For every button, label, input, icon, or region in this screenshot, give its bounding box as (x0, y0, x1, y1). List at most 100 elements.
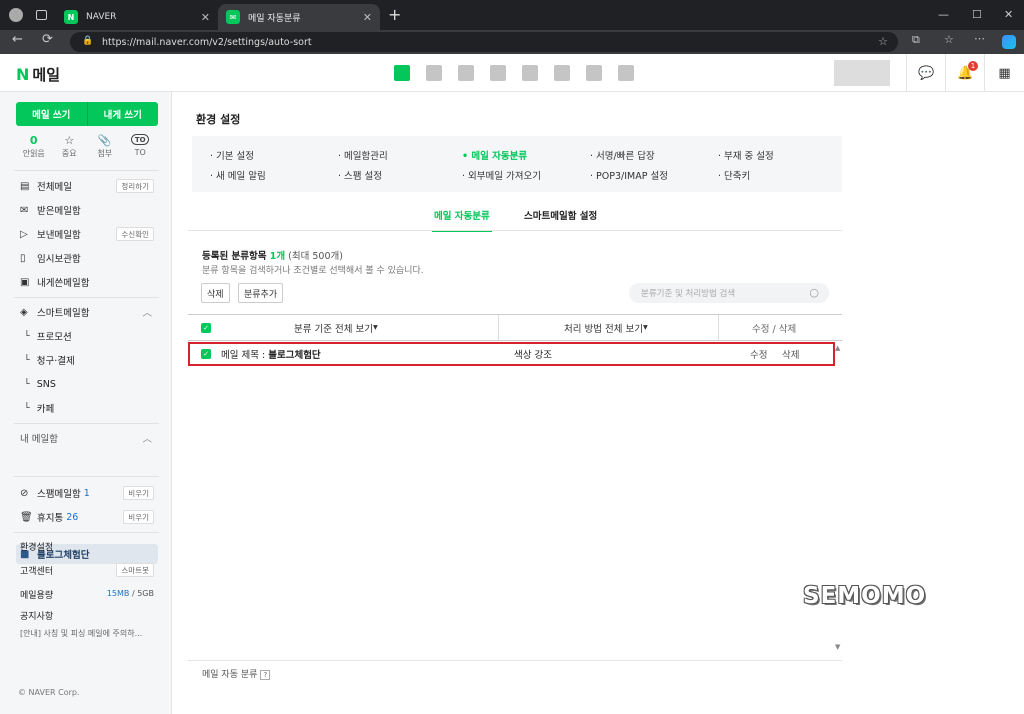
chevron-up-icon[interactable]: ︿ (142, 431, 152, 445)
to-icon: TO (131, 134, 150, 145)
user-avatar[interactable] (834, 60, 890, 86)
setting-notification[interactable]: · 새 메일 알림 (210, 168, 266, 182)
sidebar-item-cafe[interactable]: └ 카페 (24, 399, 54, 417)
new-tab-button[interactable]: + (388, 5, 401, 24)
mail-app-icon[interactable] (394, 65, 410, 81)
rule-search-input[interactable]: 분류기준 및 처리방법 검색 ○ (629, 283, 829, 303)
empty-spam-button[interactable]: 비우기 (123, 486, 154, 500)
back-icon[interactable]: ← (12, 32, 23, 47)
close-tab-icon[interactable]: ✕ (201, 11, 210, 24)
scroll-up-icon[interactable]: ▲ (835, 344, 840, 352)
tab-actions-icon[interactable] (36, 10, 47, 20)
sidebar-item-inbox[interactable]: ✉ 받은메일함 (20, 201, 81, 219)
naver-mail-logo[interactable]: N 메일 (16, 64, 60, 85)
action-filter[interactable]: 처리 방법 전체 보기 ▾ (564, 315, 648, 340)
write-mail-button[interactable]: 메일 쓰기 (16, 102, 88, 126)
help-icon[interactable]: ? (260, 670, 271, 680)
pay-app-icon[interactable] (586, 65, 602, 81)
copilot-icon[interactable] (1002, 35, 1016, 49)
delete-button[interactable]: 삭제 (201, 283, 230, 303)
sidebar-item-to-self[interactable]: ▣ 내게쓴메일함 (20, 273, 89, 291)
subtab-auto-sort[interactable]: 메일 자동분류 (432, 208, 492, 232)
quick-attachment[interactable]: 📎 첨부 (87, 134, 123, 164)
mail-favicon-icon: ✉ (226, 10, 240, 24)
tab-title: 메일 자동분류 (248, 13, 301, 24)
sidebar-item-all-mail[interactable]: ▤ 전체메일 정리하기 (20, 177, 154, 195)
minimize-icon[interactable]: — (938, 8, 949, 21)
contacts-app-icon[interactable] (490, 65, 506, 81)
sidebar-item-drafts[interactable]: ▯ 임시보관함 (20, 249, 81, 267)
sidebar-label: 임시보관함 (37, 254, 81, 265)
setting-label: 메일 자동분류 (471, 151, 528, 162)
setting-away[interactable]: · 부재 중 설정 (718, 148, 774, 162)
notice-link[interactable]: [안내] 사칭 및 피싱 메일에 주의하... (20, 624, 142, 642)
divider (14, 423, 159, 424)
bookmark-star-icon[interactable]: ☆ (878, 35, 888, 48)
sidebar-item-support[interactable]: 고객센터 스마트봇 (20, 561, 154, 579)
setting-pop3-imap[interactable]: · POP3/IMAP 설정 (590, 168, 668, 182)
sidebar-item-spam[interactable]: ⊘ 스팸메일함 1 비우기 (20, 484, 154, 502)
talk-icon[interactable]: 💬 (906, 54, 946, 92)
edit-delete-header: 수정 / 삭제 (752, 323, 797, 335)
setting-basic[interactable]: · 기본 설정 (210, 148, 254, 162)
setting-signature[interactable]: · 서명/빠른 답장 (590, 148, 655, 162)
empty-trash-button[interactable]: 비우기 (123, 510, 154, 524)
settings-main: 환경 설정 · 기본 설정 · 메일함관리 • 메일 자동분류 · 서명/빠른 … (172, 92, 1024, 714)
tab-naver[interactable]: N NAVER ✕ (56, 4, 218, 30)
chevron-up-icon[interactable]: ︿ (142, 305, 152, 319)
my-mailbox-header[interactable]: 내 메일함 ︿ (20, 429, 154, 447)
quick-unread[interactable]: 0 안읽음 (16, 134, 52, 164)
reload-icon[interactable]: ⟳ (42, 32, 53, 47)
maximize-icon[interactable]: ☐ (972, 8, 982, 21)
close-window-icon[interactable]: ✕ (1004, 8, 1013, 21)
sidebar-item-smart-mailbox[interactable]: ◈ 스마트메일함 ︿ (20, 303, 154, 321)
setting-shortcuts[interactable]: · 단축키 (718, 168, 750, 182)
close-tab-icon[interactable]: ✕ (363, 11, 372, 24)
subtab-smart-mailbox[interactable]: 스마트메일함 설정 (524, 208, 597, 232)
sidebar-label: 메일용량 (20, 590, 54, 601)
address-bar[interactable]: 🔒 https://mail.naver.com/v2/settings/aut… (70, 32, 898, 52)
read-receipt-button[interactable]: 수신확인 (116, 227, 154, 241)
quick-label: 안읽음 (22, 149, 45, 158)
sidebar-item-trash[interactable]: 🗑 휴지통 26 비우기 (20, 508, 154, 526)
note-icon: ▣ (20, 276, 30, 288)
write-to-self-button[interactable]: 내게 쓰기 (88, 102, 159, 126)
sidebar-item-billing[interactable]: └ 청구·결제 (24, 351, 75, 369)
app-grid-icon[interactable]: ▦ (984, 54, 1024, 92)
search-icon[interactable]: ○ (809, 286, 819, 299)
sidebar-item-sent[interactable]: ▷ 보낸메일함 수신확인 (20, 225, 154, 243)
setting-auto-sort[interactable]: • 메일 자동분류 (462, 148, 527, 162)
setting-external-mail[interactable]: · 외부메일 가져오기 (462, 168, 541, 182)
notification-bell-icon[interactable]: 🔔 1 (945, 54, 985, 92)
quick-to[interactable]: TO TO (123, 134, 159, 164)
favorites-icon[interactable]: ☆ (944, 33, 954, 46)
star-icon: ☆ (64, 134, 75, 147)
setting-mailbox[interactable]: · 메일함관리 (338, 148, 388, 162)
sidebar-item-settings[interactable]: 환경설정 (20, 537, 53, 555)
bookmark-app-icon[interactable] (618, 65, 634, 81)
add-rule-button[interactable]: 분류추가 (238, 283, 284, 303)
tab-mail-auto-sort[interactable]: ✉ 메일 자동분류 ✕ (218, 4, 380, 30)
notice-title[interactable]: 공지사항 (20, 606, 53, 624)
site-info-icon[interactable]: 🔒 (82, 36, 93, 46)
memo-app-icon[interactable] (458, 65, 474, 81)
criteria-filter[interactable]: 분류 기준 전체 보기 ▾ (294, 315, 378, 340)
mybox-app-icon[interactable] (522, 65, 538, 81)
scroll-down-icon[interactable]: ▼ (835, 643, 840, 651)
setting-spam[interactable]: · 스팸 설정 (338, 168, 382, 182)
write-buttons: 메일 쓰기 내게 쓰기 (16, 102, 158, 126)
sidebar-item-sns[interactable]: └ SNS (24, 375, 56, 393)
organize-button[interactable]: 정리하기 (116, 179, 154, 193)
extensions-icon[interactable]: ⧉ (912, 33, 920, 47)
profile-avatar[interactable] (9, 8, 23, 22)
select-all-checkbox[interactable]: ✓ (201, 315, 211, 340)
setting-label: POP3/IMAP 설정 (596, 171, 668, 182)
sidebar-label: 내 메일함 (20, 434, 58, 445)
quick-important[interactable]: ☆ 중요 (52, 134, 88, 164)
todo-app-icon[interactable] (554, 65, 570, 81)
smartbot-button[interactable]: 스마트봇 (116, 563, 154, 577)
calendar-app-icon[interactable] (426, 65, 442, 81)
sidebar-item-promotion[interactable]: └ 프로모션 (24, 327, 72, 345)
setting-label: 메일함관리 (344, 151, 388, 162)
more-menu-icon[interactable]: ⋯ (974, 32, 985, 45)
